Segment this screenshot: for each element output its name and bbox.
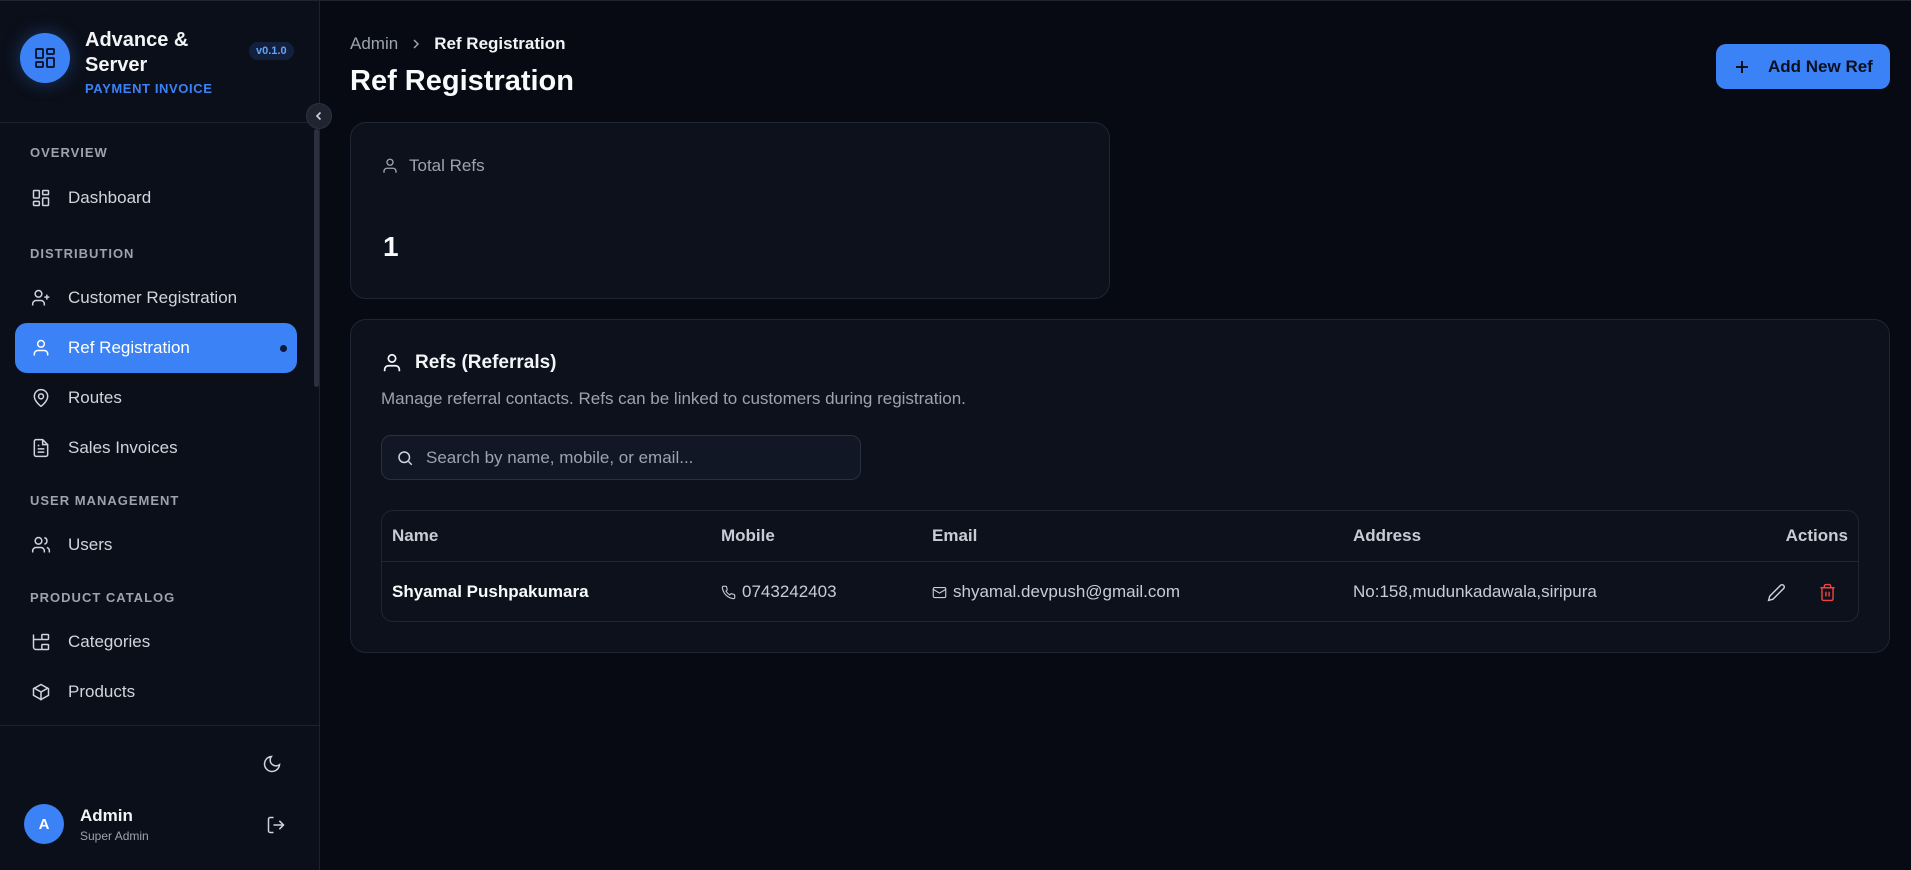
user-icon <box>383 158 397 173</box>
refs-card: Refs (Referrals) Manage referral contact… <box>350 319 1890 653</box>
delete-button[interactable] <box>1814 579 1840 605</box>
column-header-name[interactable]: Name <box>392 526 438 546</box>
sidebar-item-products[interactable]: Products <box>15 667 297 717</box>
user-profile[interactable]: A Admin Super Admin <box>24 804 149 844</box>
page-title: Ref Registration <box>350 65 574 97</box>
breadcrumb-current: Ref Registration <box>434 34 566 53</box>
stat-label: Total Refs <box>409 156 485 175</box>
file-text-icon <box>30 437 52 459</box>
package-icon <box>30 681 52 703</box>
refs-description: Manage referral contacts. Refs can be li… <box>381 389 966 408</box>
sidebar-footer: A Admin Super Admin <box>0 725 319 870</box>
mail-icon <box>932 586 947 598</box>
sidebar-collapse-button[interactable] <box>306 103 332 129</box>
stat-value: 1 <box>383 231 399 262</box>
edit-button[interactable] <box>1763 579 1789 605</box>
chevron-right-icon <box>410 38 422 50</box>
search-input[interactable] <box>426 447 846 468</box>
version-badge: v0.1.0 <box>249 42 294 60</box>
column-header-address[interactable]: Address <box>1353 526 1421 546</box>
section-distribution: DISTRIBUTION <box>30 246 135 261</box>
sidebar-nav: OVERVIEW Dashboard DISTRIBUTION Customer… <box>0 123 319 725</box>
table-header: Name Mobile Email Address Actions <box>382 511 1858 562</box>
user-icon <box>30 337 52 359</box>
column-header-actions: Actions <box>1785 526 1848 545</box>
sidebar-scrollbar[interactable] <box>314 129 319 387</box>
refs-table: Name Mobile Email Address Actions Shyama… <box>381 510 1859 622</box>
breadcrumb: Admin Ref Registration <box>350 34 565 54</box>
add-new-ref-button[interactable]: Add New Ref <box>1716 44 1890 89</box>
sidebar-item-ref-registration[interactable]: Ref Registration <box>15 323 297 373</box>
sidebar-item-label: Routes <box>68 388 122 407</box>
user-role: Super Admin <box>80 828 149 843</box>
cell-mobile-text: 0743242403 <box>742 582 837 601</box>
cell-name: Shyamal Pushpakumara <box>392 582 589 601</box>
column-header-mobile[interactable]: Mobile <box>721 526 775 546</box>
moon-icon <box>263 755 281 773</box>
column-header-email[interactable]: Email <box>932 526 977 546</box>
avatar: A <box>24 804 64 844</box>
search-icon <box>398 450 413 465</box>
sidebar-item-customer-registration[interactable]: Customer Registration <box>15 273 297 323</box>
brand-logo-icon <box>20 33 70 83</box>
folder-tree-icon <box>30 631 52 653</box>
brand: Advance & Server PAYMENT INVOICE v0.1.0 <box>0 1 332 129</box>
active-indicator <box>280 344 287 352</box>
app-root: Advance & Server PAYMENT INVOICE v0.1.0 … <box>0 0 1911 870</box>
dashboard-icon <box>30 187 52 209</box>
plus-icon <box>1736 60 1748 73</box>
sidebar-item-label: Ref Registration <box>68 338 190 357</box>
search-box <box>381 435 861 480</box>
users-icon <box>30 534 52 556</box>
logout-icon <box>267 816 285 834</box>
cell-email: shyamal.devpush@gmail.com <box>932 582 1180 602</box>
sidebar-item-users[interactable]: Users <box>15 520 297 570</box>
sidebar-item-label: Dashboard <box>68 188 152 207</box>
section-product-catalog: PRODUCT CATALOG <box>30 590 176 605</box>
table-row[interactable]: Shyamal Pushpakumara 0743242403 shyamal.… <box>382 562 1858 621</box>
sidebar-item-routes[interactable]: Routes <box>15 373 297 423</box>
sidebar-item-sales-invoices[interactable]: Sales Invoices <box>15 423 297 473</box>
user-icon <box>383 353 401 372</box>
cell-address: No:158,mudunkadawala,siripura <box>1353 582 1597 601</box>
phone-icon <box>721 585 736 599</box>
sidebar-item-dashboard[interactable]: Dashboard <box>15 173 297 223</box>
brand-subtitle: PAYMENT INVOICE <box>85 81 213 96</box>
logout-button[interactable] <box>266 815 288 837</box>
sidebar-item-label: Users <box>68 535 113 554</box>
main-content: Admin Ref Registration Ref Registration … <box>320 1 1911 870</box>
refs-title-text: Refs (Referrals) <box>415 352 557 373</box>
section-user-management: USER MANAGEMENT <box>30 493 180 508</box>
user-name: Admin <box>80 805 133 825</box>
sidebar: Advance & Server PAYMENT INVOICE v0.1.0 … <box>0 1 332 870</box>
user-plus-icon <box>30 287 52 309</box>
chevron-left-icon <box>315 111 322 121</box>
brand-title: Advance & Server <box>85 29 189 76</box>
pencil-icon <box>1767 583 1785 601</box>
sidebar-item-label: Sales Invoices <box>68 438 178 457</box>
cell-actions <box>1744 579 1840 605</box>
map-pin-icon <box>30 387 52 409</box>
cell-email-text: shyamal.devpush@gmail.com <box>953 582 1181 601</box>
sidebar-item-label: Customer Registration <box>68 288 238 307</box>
section-overview: OVERVIEW <box>30 145 108 160</box>
sidebar-item-categories[interactable]: Categories <box>15 617 297 667</box>
sidebar-item-label: Products <box>68 682 136 701</box>
total-refs-card: Total Refs 1 <box>350 122 1110 299</box>
refs-title: Refs (Referrals) <box>381 352 557 374</box>
add-button-label: Add New Ref <box>1768 56 1873 76</box>
cell-mobile: 0743242403 <box>721 582 837 602</box>
theme-toggle-button[interactable] <box>262 754 284 776</box>
trash-icon <box>1819 583 1835 601</box>
sidebar-item-label: Categories <box>68 632 151 651</box>
breadcrumb-admin[interactable]: Admin <box>350 34 398 54</box>
